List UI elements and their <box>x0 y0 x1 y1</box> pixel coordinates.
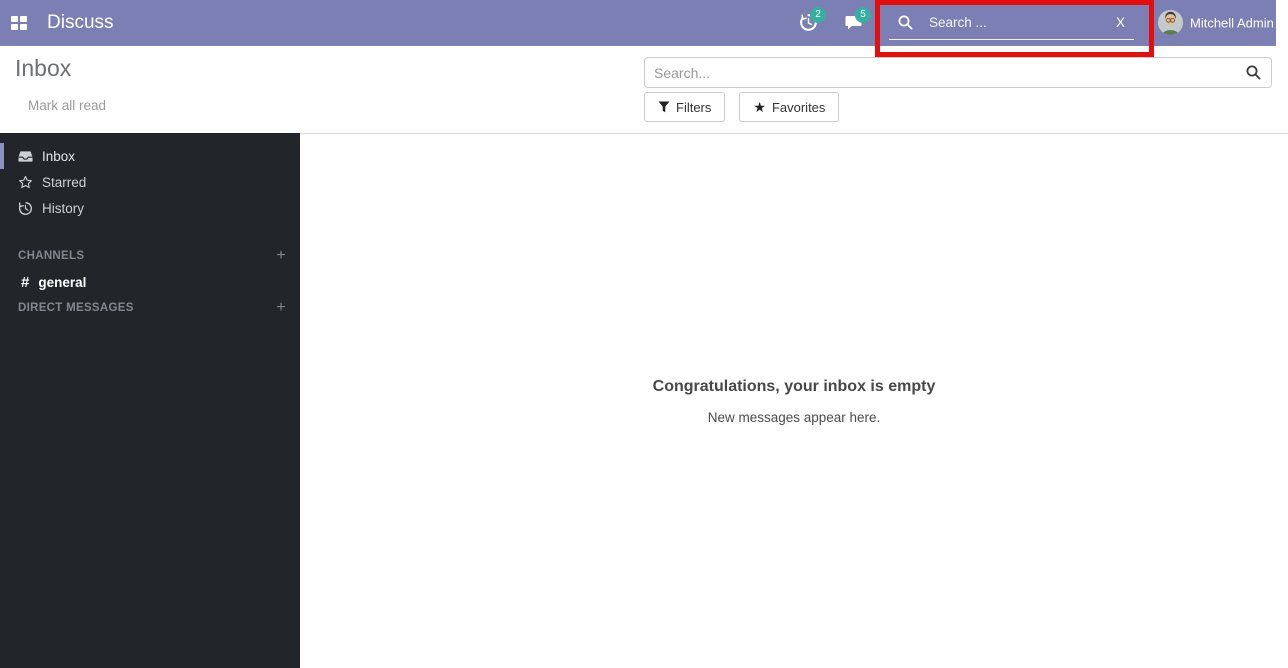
filter-funnel-icon <box>658 101 670 113</box>
hash-icon: # <box>21 274 29 291</box>
message-count-badge: 5 <box>855 7 871 23</box>
sidebar-item-history[interactable]: History <box>0 195 300 221</box>
navbar-search-input[interactable] <box>914 15 1112 30</box>
clear-search-icon[interactable]: X <box>1116 15 1125 30</box>
mark-all-read-button[interactable]: Mark all read <box>28 98 106 113</box>
discuss-sidebar: Inbox Starred History CHANNELS + # gener… <box>0 133 300 668</box>
empty-state-title: Congratulations, your inbox is empty <box>653 378 936 396</box>
navbar-search: X <box>889 5 1134 40</box>
sidebar-item-inbox[interactable]: Inbox <box>0 143 300 169</box>
channel-general[interactable]: # general <box>0 269 300 295</box>
sidebar-item-starred[interactable]: Starred <box>0 169 300 195</box>
user-menu[interactable]: Mitchell Admin <box>1190 16 1274 31</box>
star-icon: ★ <box>753 99 766 116</box>
sidebar-item-label: History <box>42 201 84 216</box>
sidebar-item-label: Inbox <box>42 149 75 164</box>
favorites-button[interactable]: ★ Favorites <box>739 92 839 122</box>
control-panel: Inbox Mark all read Filters ★ Favorites <box>0 46 1276 133</box>
search-icon[interactable] <box>1245 64 1262 81</box>
empty-state-subtitle: New messages appear here. <box>708 410 881 425</box>
filters-button[interactable]: Filters <box>644 92 725 122</box>
sidebar-item-label: Starred <box>42 175 86 190</box>
view-search-input[interactable] <box>645 65 1245 81</box>
activity-count-badge: 2 <box>810 7 826 23</box>
apps-menu-icon[interactable] <box>11 16 27 31</box>
add-channel-icon[interactable]: + <box>276 247 286 265</box>
search-options: Filters ★ Favorites <box>644 92 839 122</box>
channels-header-label: CHANNELS <box>18 250 84 262</box>
messages-menu[interactable]: 5 <box>844 13 864 33</box>
channel-label: general <box>38 275 86 290</box>
dm-section-header: DIRECT MESSAGES + <box>0 295 300 321</box>
thread-panel: Congratulations, your inbox is empty New… <box>300 133 1288 668</box>
dm-header-label: DIRECT MESSAGES <box>18 302 134 314</box>
view-search-box <box>644 57 1272 88</box>
page-title[interactable]: Inbox <box>15 55 71 82</box>
channels-section-header: CHANNELS + <box>0 243 300 269</box>
content-area: Inbox Starred History CHANNELS + # gener… <box>0 133 1288 668</box>
top-navbar: Discuss 2 5 X <box>0 0 1276 46</box>
history-icon <box>18 201 33 216</box>
search-icon <box>897 14 914 31</box>
filters-label: Filters <box>676 100 711 115</box>
activities-menu[interactable]: 2 <box>799 13 819 33</box>
favorites-label: Favorites <box>772 100 825 115</box>
app-title[interactable]: Discuss <box>47 12 114 34</box>
star-icon <box>18 175 33 190</box>
inbox-icon <box>18 149 33 164</box>
add-dm-icon[interactable]: + <box>276 299 286 317</box>
user-avatar[interactable] <box>1158 10 1183 35</box>
